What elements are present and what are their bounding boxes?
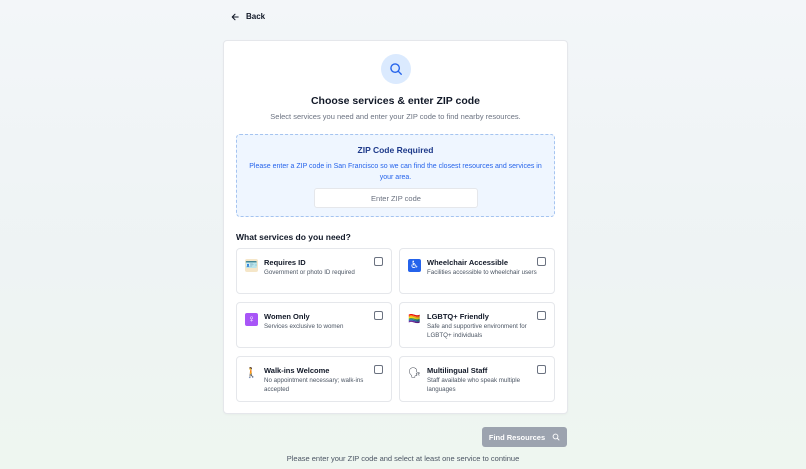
service-checkbox[interactable] [374, 257, 383, 266]
service-checkbox[interactable] [537, 311, 546, 320]
service-description: No appointment necessary; walk-ins accep… [264, 377, 364, 393]
service-title: LGBTQ+ Friendly [427, 312, 489, 321]
service-checkbox[interactable] [374, 365, 383, 374]
service-description: Government or photo ID required [264, 269, 355, 276]
service-checkbox[interactable] [537, 257, 546, 266]
service-title: Requires ID [264, 258, 306, 267]
services-heading: What services do you need? [236, 232, 351, 242]
service-checkbox[interactable] [374, 311, 383, 320]
service-selection-card: Choose services & enter ZIP code Select … [223, 40, 568, 414]
female-sign-icon: ♀ [245, 313, 258, 326]
service-option-requires-id[interactable]: 🪪 Requires ID Government or photo ID requi… [236, 248, 392, 294]
zip-notice-message: Please enter a ZIP code in San Francisco… [249, 163, 542, 181]
id-card-icon: 🪪 [245, 259, 258, 272]
service-option-walk-ins-welcome[interactable]: 🚶 Walk-ins Welcome No appointment necessar… [236, 356, 392, 402]
service-title: Women Only [264, 312, 310, 321]
helper-text: Please enter your ZIP code and select at… [286, 454, 520, 463]
service-description: Facilities accessible to wheelchair user… [427, 269, 537, 276]
service-title: Multilingual Staff [427, 366, 488, 375]
walking-person-icon: 🚶 [245, 368, 258, 379]
page-title: Choose services & enter ZIP code [310, 95, 481, 107]
back-label: Back [246, 12, 266, 21]
arrow-left-icon [231, 13, 239, 20]
service-title: Wheelchair Accessible [427, 258, 509, 267]
speaking-head-icon: 🗣 [408, 368, 421, 379]
zip-code-input[interactable] [314, 188, 478, 208]
find-resources-button[interactable]: Find Resources [482, 427, 567, 447]
service-checkbox[interactable] [537, 365, 546, 374]
service-option-lgbtq-friendly[interactable]: 🏳️‍🌈 LGBTQ+ Friendly Safe and supportive e… [399, 302, 555, 348]
back-button[interactable]: Back [231, 12, 265, 21]
rainbow-flag-icon: 🏳️‍🌈 [408, 314, 421, 325]
service-description: Services exclusive to women [264, 323, 344, 330]
service-description: Staff available who speak multiple langu… [427, 377, 521, 393]
wheelchair-icon: ♿ [408, 259, 421, 272]
service-title: Walk-ins Welcome [264, 366, 330, 375]
search-icon [552, 433, 560, 441]
zip-notice-title: ZIP Code Required [357, 145, 434, 155]
zip-notice: ZIP Code Required Please enter a ZIP cod… [236, 134, 555, 217]
search-icon [381, 54, 411, 84]
service-description: Safe and supportive environment for LGBT… [427, 323, 527, 339]
service-option-multilingual-staff[interactable]: 🗣 Multilingual Staff Staff available who s… [399, 356, 555, 402]
find-resources-label: Find Resources [488, 432, 546, 442]
service-option-wheelchair-accessible[interactable]: ♿ Wheelchair Accessible Facilities accessi… [399, 248, 555, 294]
service-option-women-only[interactable]: ♀ Women Only Services exclusive to women [236, 302, 392, 348]
page-subtitle: Select services you need and enter your … [270, 112, 521, 121]
